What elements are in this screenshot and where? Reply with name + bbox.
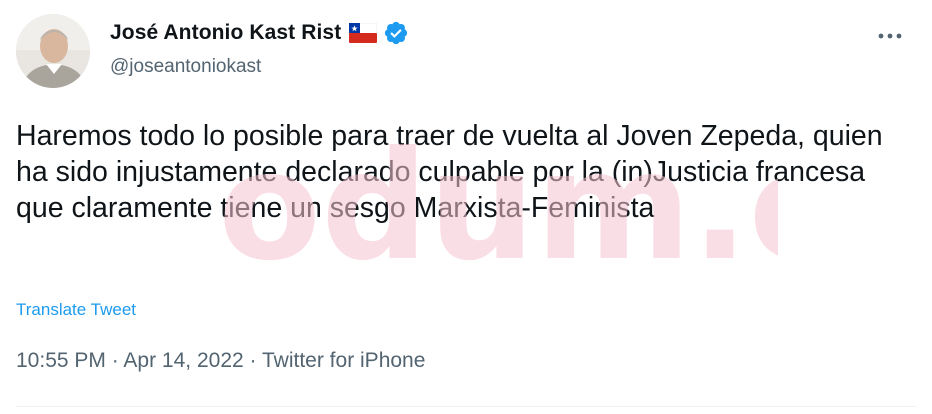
more-options-icon[interactable] (872, 22, 908, 50)
author-name-row: José Antonio Kast Rist (110, 20, 409, 46)
tweet-metadata: 10:55 PM · Apr 14, 2022 · Twitter for iP… (16, 349, 425, 373)
author-display-name[interactable]: José Antonio Kast Rist (110, 21, 341, 45)
meta-separator: · (249, 349, 257, 372)
tweet-source[interactable]: Twitter for iPhone (262, 349, 425, 372)
author-avatar[interactable] (16, 14, 90, 88)
tweet-text: Haremos todo lo posible para traer de vu… (16, 120, 883, 224)
divider (16, 406, 916, 407)
chile-flag-icon (349, 22, 378, 44)
author-handle[interactable]: @joseantoniokast (110, 56, 261, 78)
verified-badge-icon (383, 20, 409, 46)
meta-separator: · (111, 349, 119, 372)
tweet-time[interactable]: 10:55 PM (16, 349, 106, 372)
tweet-card: José Antonio Kast Rist @joseantoniokast … (0, 0, 932, 414)
tweet-date[interactable]: Apr 14, 2022 (123, 349, 243, 372)
translate-tweet-link[interactable]: Translate Tweet (16, 300, 136, 320)
user-photo-icon (16, 14, 90, 88)
